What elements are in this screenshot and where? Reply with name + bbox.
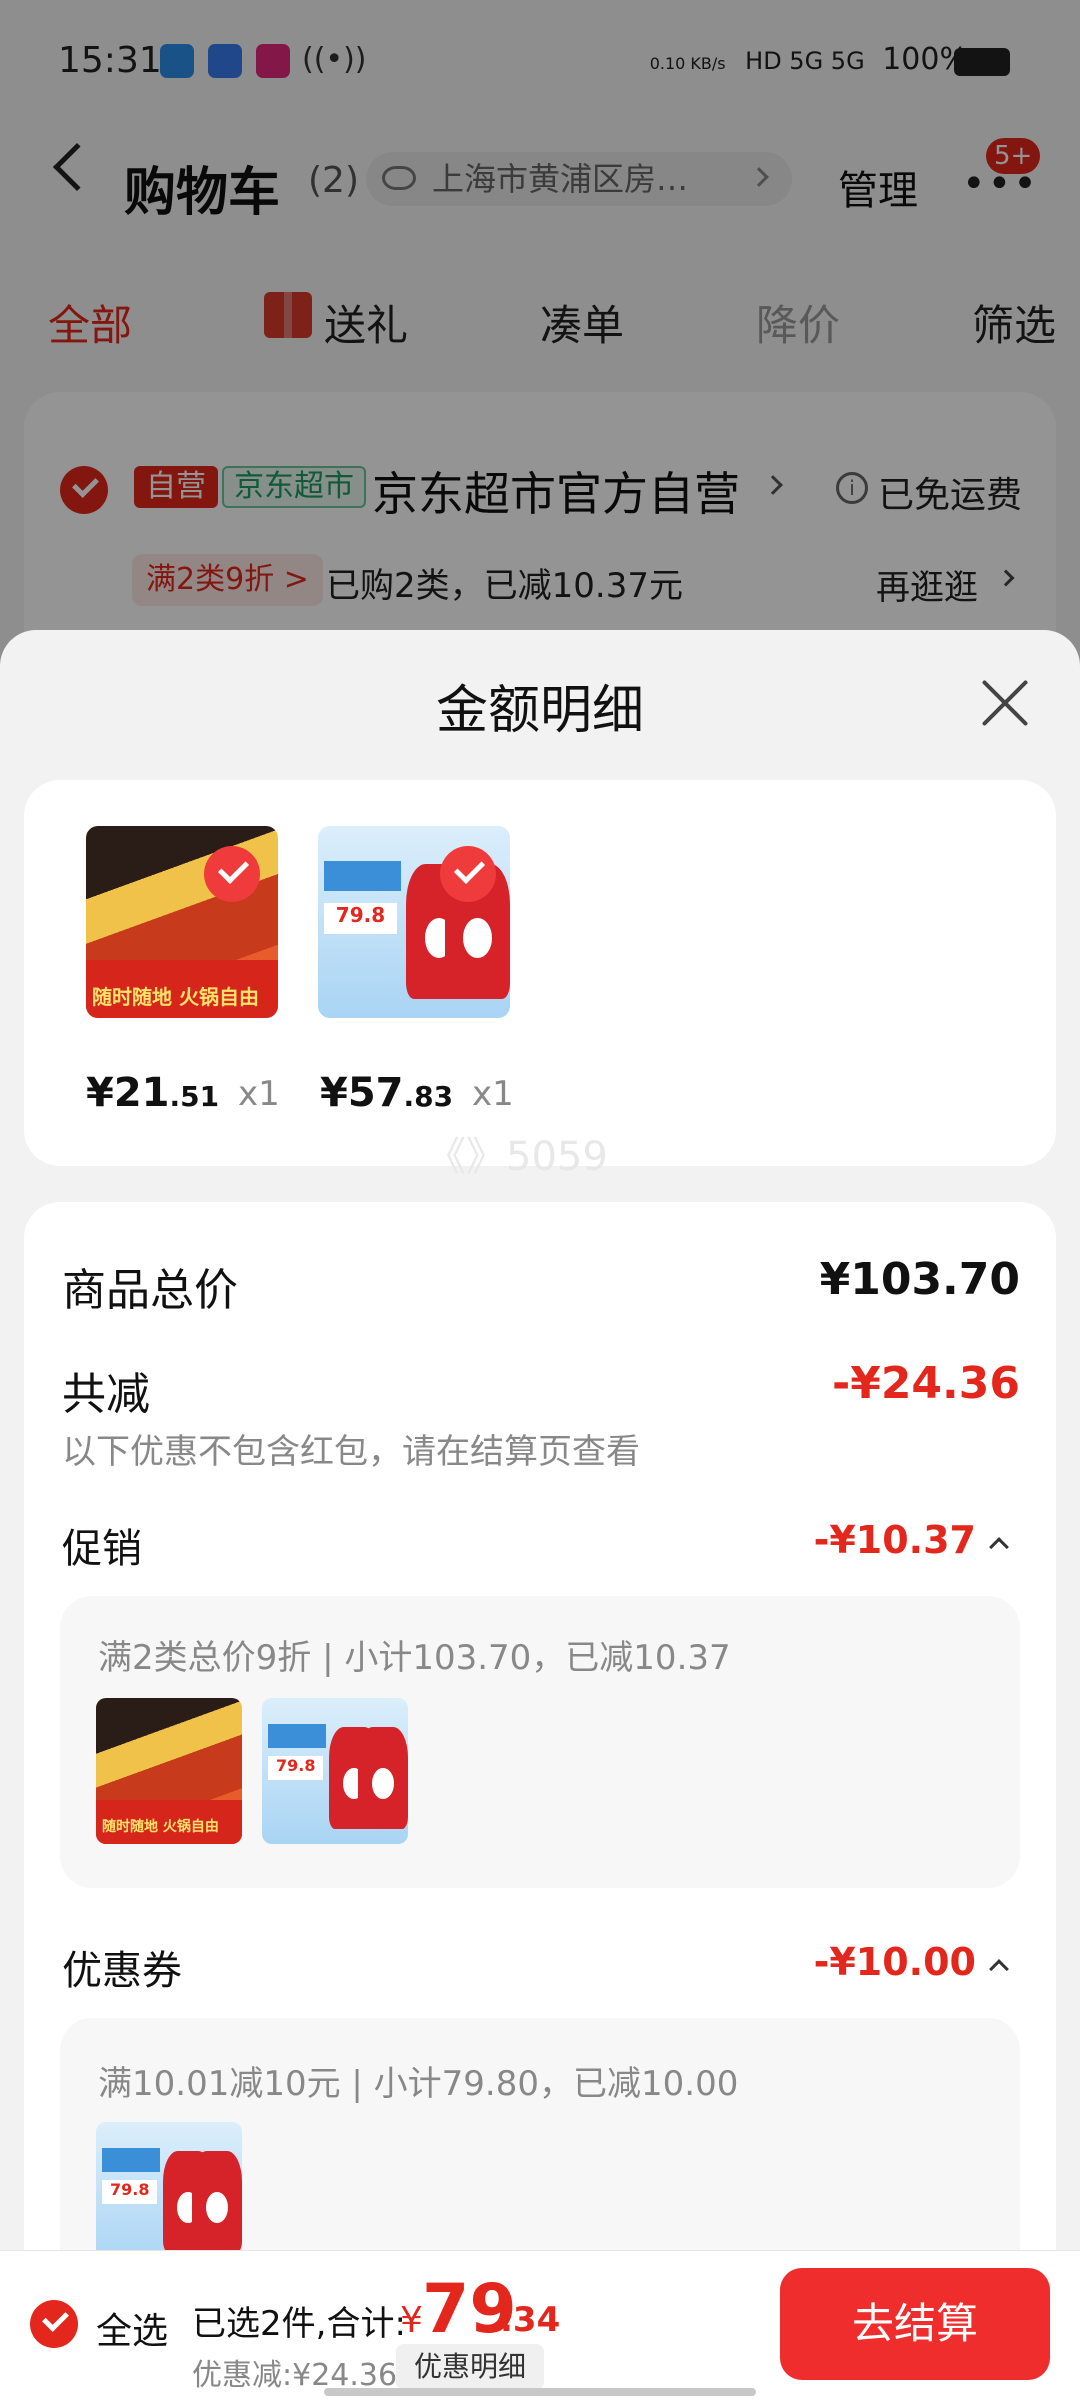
home-indicator[interactable]: [324, 2388, 756, 2396]
product-price: ¥57.83: [320, 1070, 454, 1116]
discount-note: 以下优惠不包含红包，请在结算页查看: [62, 1432, 640, 1472]
coupon-item-thumbnail: 79.8: [96, 2122, 242, 2268]
thumbnail-label: [268, 1724, 327, 1748]
product-price: ¥21.51: [86, 1070, 220, 1116]
sheet-title: 金额明细: [435, 681, 644, 741]
product-qty: x1: [238, 1074, 280, 1114]
total-currency: ¥: [400, 2300, 423, 2341]
selected-count-label: 已选2件,合计:: [192, 2304, 406, 2344]
bottle-graphic: [358, 1727, 408, 1830]
thumbnail-price: 79.8: [324, 902, 397, 934]
thumbnail-label: [102, 2148, 161, 2172]
promo-label: 促销: [62, 1526, 142, 1572]
watermark: 《》5059: [426, 1134, 608, 1180]
select-all-checkbox[interactable]: [30, 2300, 78, 2348]
total-label: 商品总价: [62, 1265, 238, 1316]
coupon-label: 优惠券: [62, 1948, 182, 1994]
promo-detail-text: 满2类总价9折 | 小计103.70，已减10.37: [98, 1638, 731, 1678]
select-all-label[interactable]: 全选: [96, 2302, 168, 2354]
selected-check-icon: [440, 846, 496, 902]
thumbnail-text: 随时随地 火锅自由: [102, 1819, 219, 1835]
checkout-button[interactable]: 去结算: [780, 2268, 1050, 2380]
total-amount-decimal: .34: [500, 2300, 561, 2340]
thumbnail-price: 79.8: [102, 2180, 158, 2204]
selected-check-icon: [204, 846, 260, 902]
product-qty: x1: [472, 1074, 514, 1114]
coupon-detail-text: 满10.01减10元 | 小计79.80，已减10.00: [98, 2064, 739, 2104]
reduce-value: -¥24.36: [831, 1358, 1020, 1409]
total-value: ¥103.70: [819, 1254, 1020, 1305]
close-icon[interactable]: [980, 678, 1030, 728]
bottle-graphic: [192, 2151, 242, 2254]
coupon-value[interactable]: -¥10.00: [814, 1940, 976, 1984]
thumbnail-price: 79.8: [268, 1756, 324, 1780]
reduce-label: 共减: [62, 1369, 150, 1420]
discount-detail-button[interactable]: 优惠明细: [396, 2344, 545, 2390]
promo-item-thumbnail: 79.8: [262, 1698, 408, 1844]
thumbnail-label: [324, 860, 401, 892]
promo-item-thumbnail: 随时随地 火锅自由: [96, 1698, 242, 1844]
promo-value[interactable]: -¥10.37: [814, 1518, 976, 1562]
thumbnail-text: 随时随地 火锅自由: [92, 985, 259, 1009]
overlay-dim[interactable]: [0, 0, 1080, 700]
